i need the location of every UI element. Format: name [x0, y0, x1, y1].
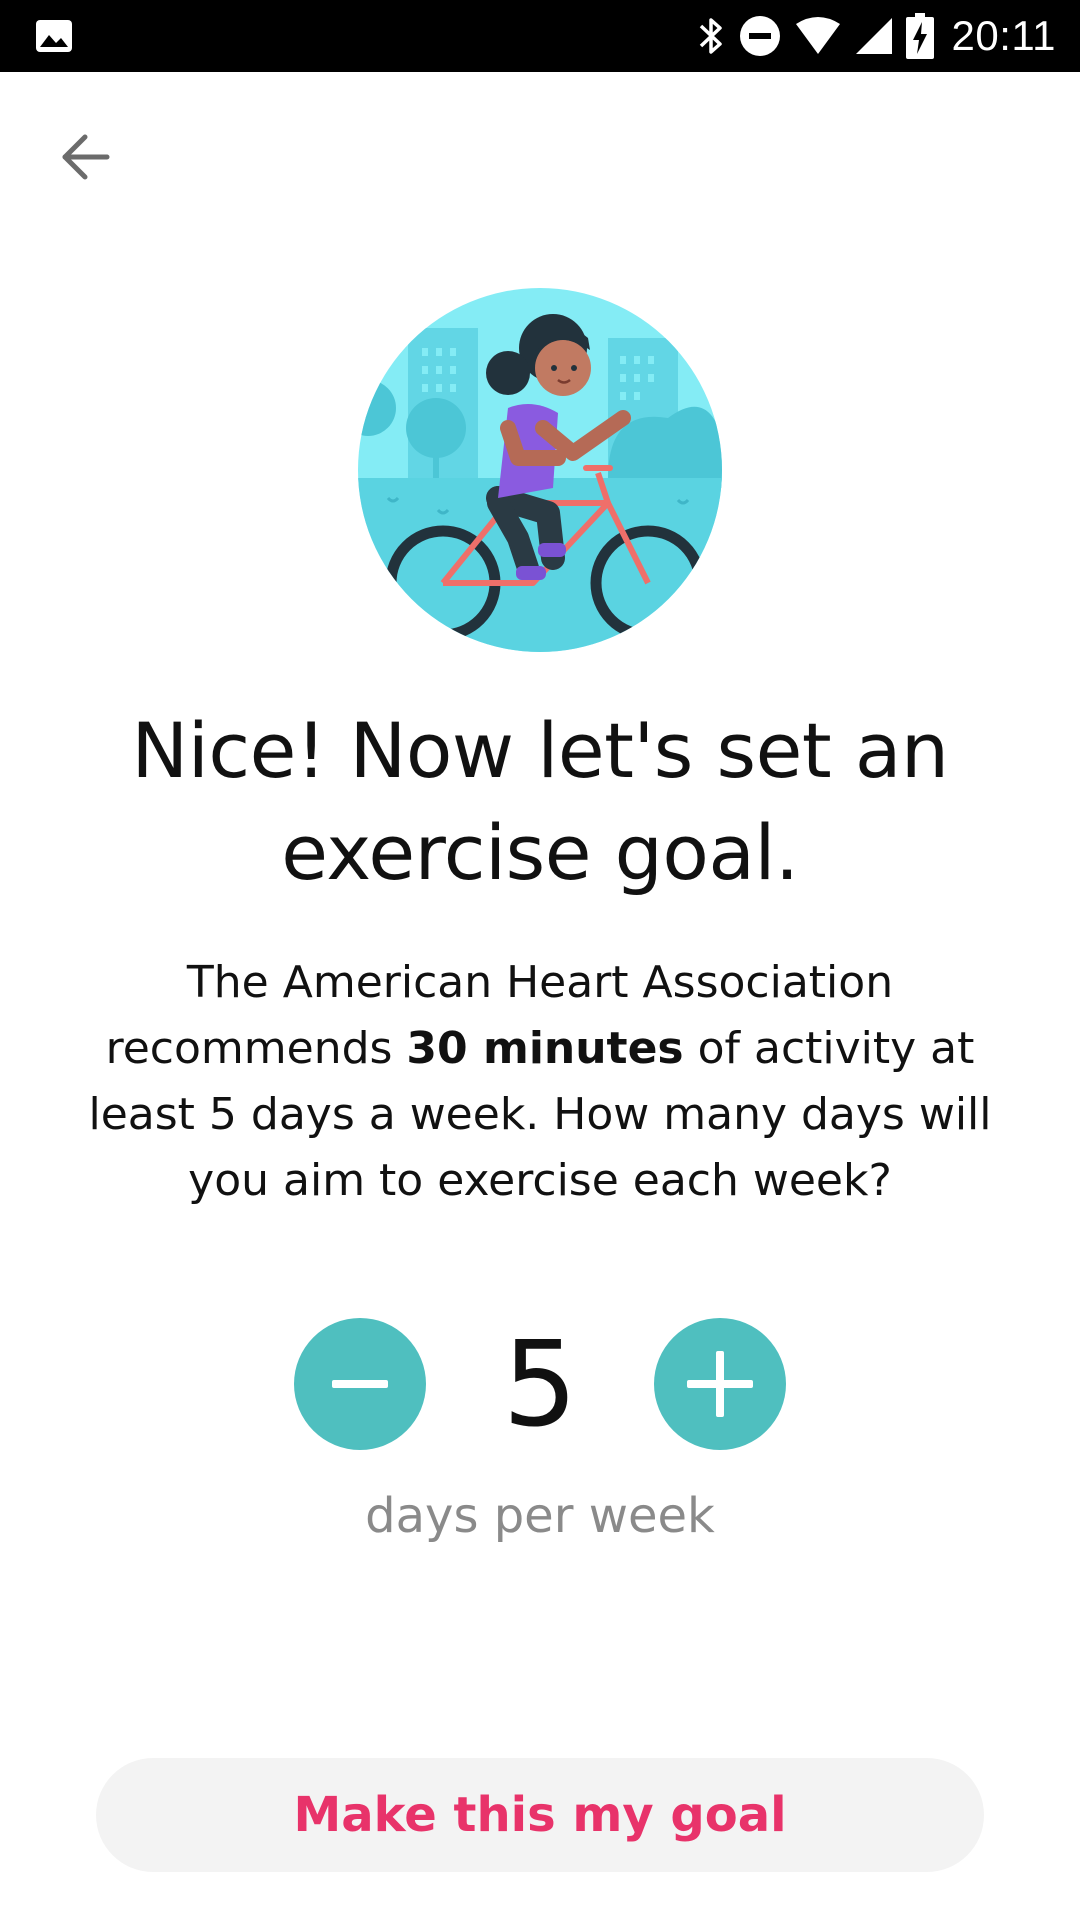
goal-setup-screen: 20:11 Nice! Now let's set an exercise go…: [0, 0, 1080, 1920]
page-title: Nice! Now let's set an exercise goal.: [131, 706, 949, 897]
make-goal-button[interactable]: Make this my goal: [96, 1758, 984, 1872]
status-icons: 20:11: [696, 0, 1057, 72]
status-bar: 20:11: [0, 0, 1080, 72]
back-button[interactable]: [40, 112, 130, 202]
cyclist-illustration: [358, 288, 722, 652]
do-not-disturb-icon: [739, 16, 780, 56]
stepper-unit-label: days per week: [365, 1488, 715, 1544]
cellular-signal-icon: [855, 18, 892, 54]
increment-button[interactable]: [654, 1318, 786, 1450]
decrement-button[interactable]: [294, 1318, 426, 1450]
wifi-icon: [795, 17, 840, 54]
make-goal-button-label: Make this my goal: [293, 1787, 787, 1843]
plus-icon: [687, 1351, 753, 1417]
minus-icon: [332, 1380, 388, 1388]
status-clock: 20:11: [951, 12, 1056, 59]
bluetooth-icon: [699, 18, 722, 54]
description-text: The American Heart Association recommend…: [46, 950, 1034, 1214]
arrow-left-icon: [62, 134, 110, 180]
gallery-icon: [36, 20, 72, 52]
description-emphasis: 30 minutes: [406, 1023, 684, 1074]
days-per-week-value: 5: [502, 1315, 578, 1453]
battery-charging-icon: [905, 13, 934, 59]
